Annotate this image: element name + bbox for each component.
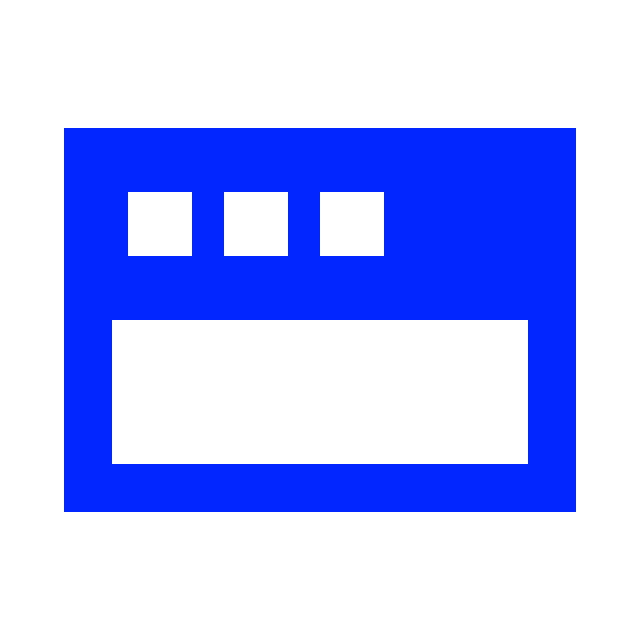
browser-window-icon xyxy=(64,128,576,512)
window-control-square-1 xyxy=(128,192,192,256)
window-control-square-2 xyxy=(224,192,288,256)
window-control-square-3 xyxy=(320,192,384,256)
icon-canvas xyxy=(0,0,640,640)
window-content-area xyxy=(112,320,528,464)
